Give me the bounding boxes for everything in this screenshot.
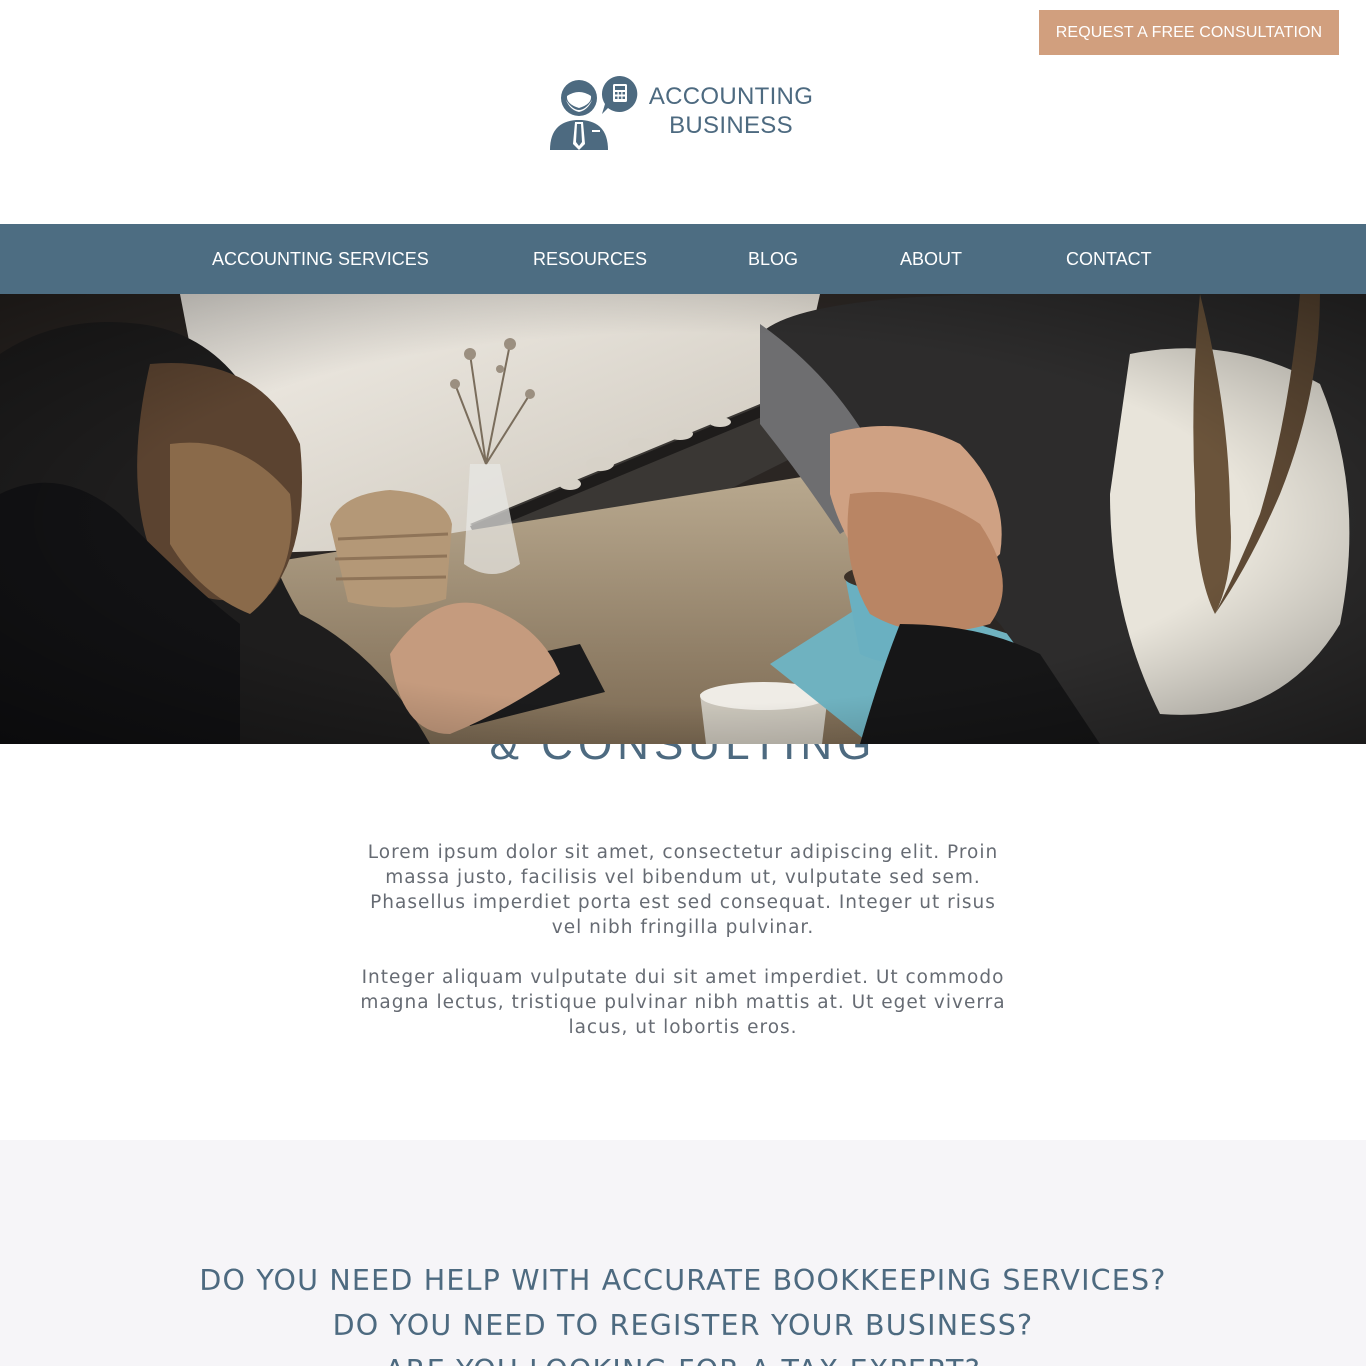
section-heading-text: & CONSULTING bbox=[489, 744, 877, 769]
main-nav: ACCOUNTING SERVICES RESOURCES BLOG ABOUT… bbox=[0, 224, 1366, 294]
logo[interactable]: ACCOUNTING BUSINESS bbox=[548, 74, 818, 154]
handshake-photo bbox=[0, 294, 1366, 744]
intro-paragraph-2: Integer aliquam vulputate dui sit amet i… bbox=[360, 967, 1006, 1038]
request-consultation-button[interactable]: REQUEST A FREE CONSULTATION bbox=[1039, 10, 1339, 55]
question-line-1: DO YOU NEED HELP WITH ACCURATE BOOKKEEPI… bbox=[199, 1264, 1167, 1297]
nav-item-contact[interactable]: CONTACT bbox=[1066, 224, 1152, 294]
nav-item-resources[interactable]: RESOURCES bbox=[533, 224, 647, 294]
intro-paragraph-1: Lorem ipsum dolor sit amet, consectetur … bbox=[367, 842, 999, 938]
accountant-with-calculator-icon bbox=[550, 75, 638, 150]
question-line-2: DO YOU NEED TO REGISTER YOUR BUSINESS? bbox=[332, 1309, 1034, 1342]
logo-wordmark: ACCOUNTING BUSINESS bbox=[640, 82, 822, 140]
logo-line-2: BUSINESS bbox=[669, 112, 793, 139]
nav-item-accounting-services[interactable]: ACCOUNTING SERVICES bbox=[212, 224, 429, 294]
logo-line-1: ACCOUNTING bbox=[648, 83, 814, 110]
section-heading-partial: & CONSULTING bbox=[383, 744, 983, 798]
nav-item-blog[interactable]: BLOG bbox=[748, 224, 798, 294]
nav-item-about[interactable]: ABOUT bbox=[900, 224, 962, 294]
questions-section: DO YOU NEED HELP WITH ACCURATE BOOKKEEPI… bbox=[0, 1140, 1366, 1366]
question-line-3: ARE YOU LOOKING FOR A TAX EXPERT? bbox=[0, 1354, 1366, 1366]
hero-image bbox=[0, 294, 1366, 744]
intro-text: Lorem ipsum dolor sit amet, consectetur … bbox=[353, 840, 1013, 1065]
